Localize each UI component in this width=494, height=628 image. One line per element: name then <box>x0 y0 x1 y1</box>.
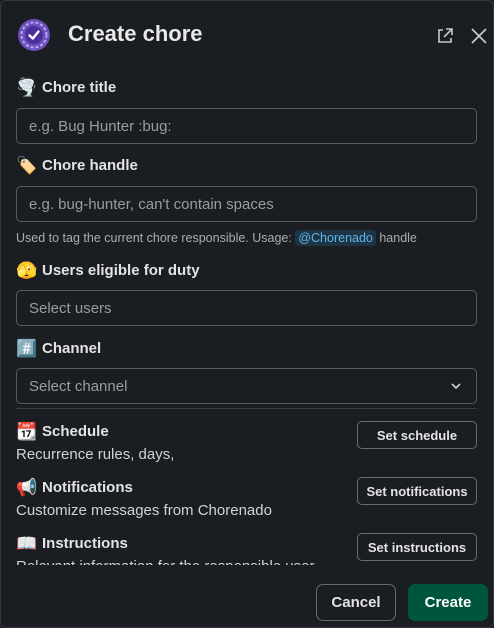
hint-suffix: handle <box>375 231 417 245</box>
set-notifications-button[interactable]: Set notifications <box>357 477 477 505</box>
chore-handle-input[interactable] <box>16 186 477 222</box>
instructions-label: 📖 Instructions <box>16 535 128 552</box>
schedule-label-text: Schedule <box>42 423 109 440</box>
chevron-down-icon <box>451 383 461 390</box>
chorenado-mention[interactable]: @Chorenado <box>295 230 376 246</box>
open-book-emoji-icon: 📖 <box>16 534 38 553</box>
channel-select[interactable]: Select channel <box>16 368 477 404</box>
loudspeaker-emoji-icon: 📢 <box>16 478 38 497</box>
open-external-icon[interactable] <box>435 26 455 46</box>
modal-footer: Cancel Create <box>1 565 493 627</box>
chore-handle-label: 🏷️ Chore handle <box>16 157 138 174</box>
close-icon[interactable] <box>469 26 489 46</box>
modal-body[interactable]: 🌪️ Chore title 🏷️ Chore handle Used to t… <box>1 71 493 567</box>
tornado-emoji-icon: 🌪️ <box>16 78 38 97</box>
create-button[interactable]: Create <box>408 584 488 621</box>
modal-header: Create chore <box>1 1 493 71</box>
channel-label: #️⃣ Channel <box>16 340 101 357</box>
peeking-face-emoji-icon: 🫣 <box>16 261 38 280</box>
modal-title: Create chore <box>68 21 203 46</box>
users-select-placeholder: Select users <box>29 299 112 317</box>
chore-title-input[interactable] <box>16 108 477 144</box>
channel-select-placeholder: Select channel <box>29 377 128 395</box>
notifications-label-text: Notifications <box>42 479 133 496</box>
hash-emoji-icon: #️⃣ <box>16 339 38 358</box>
chore-handle-label-text: Chore handle <box>42 157 138 174</box>
label-tag-emoji-icon: 🏷️ <box>16 156 38 175</box>
chorenado-logo-icon <box>18 19 50 51</box>
instructions-label-text: Instructions <box>42 535 128 552</box>
schedule-description: Recurrence rules, days, <box>16 446 175 463</box>
create-chore-modal: Create chore 🌪️ Chore title 🏷️ Chore han… <box>0 0 494 628</box>
calendar-emoji-icon: 📆 <box>16 422 38 441</box>
section-divider <box>16 408 477 409</box>
users-select[interactable]: Select users <box>16 290 477 326</box>
notifications-label: 📢 Notifications <box>16 479 133 496</box>
channel-label-text: Channel <box>42 340 102 357</box>
users-label-text: Users eligible for duty <box>42 262 200 279</box>
set-instructions-button[interactable]: Set instructions <box>357 533 477 561</box>
hint-text: Used to tag the current chore responsibl… <box>16 231 296 245</box>
set-schedule-button[interactable]: Set schedule <box>357 421 477 449</box>
cancel-button[interactable]: Cancel <box>316 584 396 621</box>
chore-title-label-text: Chore title <box>42 79 117 96</box>
chore-title-label: 🌪️ Chore title <box>16 79 116 96</box>
chore-handle-hint: Used to tag the current chore responsibl… <box>16 230 417 246</box>
users-label: 🫣 Users eligible for duty <box>16 262 200 279</box>
schedule-label: 📆 Schedule <box>16 423 109 440</box>
notifications-description: Customize messages from Chorenado <box>16 502 272 519</box>
